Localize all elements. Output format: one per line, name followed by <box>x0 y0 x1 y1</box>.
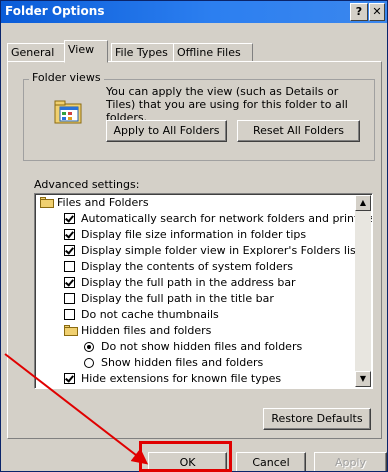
folder-options-dialog: Folder Options ? ✕ General View File Typ… <box>0 0 388 472</box>
checkbox[interactable] <box>64 261 75 272</box>
checkbox[interactable] <box>64 229 75 240</box>
cancel-button[interactable]: Cancel <box>236 452 306 471</box>
setting-label: Display the contents of system folders <box>81 260 293 273</box>
reset-all-folders-button[interactable]: Reset All Folders <box>237 120 360 142</box>
apply-button[interactable]: Apply <box>314 452 387 471</box>
folder-icon <box>64 325 78 336</box>
help-button[interactable]: ? <box>350 3 368 21</box>
close-button[interactable]: ✕ <box>369 3 385 21</box>
folder-views-legend: Folder views <box>29 71 104 84</box>
setting-label: Display the full path in the title bar <box>81 292 274 305</box>
checkbox[interactable] <box>64 245 75 256</box>
tree-item-label: Hidden files and folders <box>81 324 212 337</box>
setting-label: Automatically search for network folders… <box>81 212 373 225</box>
setting-label: Display simple folder view in Explorer's… <box>81 244 361 257</box>
scroll-up-button[interactable]: ▲ <box>355 195 371 211</box>
setting-label: Do not show hidden files and folders <box>101 340 303 353</box>
advanced-settings-list[interactable]: Files and Folders Automatically search f… <box>34 193 373 389</box>
checkbox[interactable] <box>64 213 75 224</box>
folder-icon <box>40 197 54 208</box>
radio-button[interactable] <box>84 342 94 352</box>
checkbox[interactable] <box>64 309 75 320</box>
restore-defaults-button[interactable]: Restore Defaults <box>263 408 371 430</box>
apply-to-all-folders-button[interactable]: Apply to All Folders <box>106 120 227 142</box>
folder-views-description: You can apply the view (such as Details … <box>106 85 348 124</box>
ok-highlight-box <box>139 441 232 472</box>
checkbox[interactable] <box>64 277 75 288</box>
setting-label: Display file size information in folder … <box>81 228 307 241</box>
setting-label: Do not cache thumbnails <box>81 308 219 321</box>
setting-label: Show hidden files and folders <box>101 356 264 369</box>
setting-label: Hide extensions for known file types <box>81 372 282 385</box>
vertical-scrollbar[interactable]: ▲ ▼ <box>355 195 371 387</box>
tab-general[interactable]: General <box>7 43 65 61</box>
window-title: Folder Options <box>5 4 105 18</box>
title-bar[interactable]: Folder Options ? ✕ <box>1 1 387 23</box>
advanced-settings-label: Advanced settings: <box>34 178 140 191</box>
tree-item-label: Files and Folders <box>57 196 149 209</box>
radio-button[interactable] <box>84 358 94 368</box>
tab-view[interactable]: View <box>64 40 108 63</box>
checkbox[interactable] <box>64 373 75 384</box>
folder-views-icon <box>54 100 82 124</box>
tab-offline-files[interactable]: Offline Files <box>173 43 253 61</box>
scroll-down-button[interactable]: ▼ <box>355 371 371 387</box>
checkbox[interactable] <box>64 293 75 304</box>
tab-strip: General View File Types Offline Files <box>7 40 387 63</box>
tab-file-types[interactable]: File Types <box>111 43 177 61</box>
setting-label: Display the full path in the address bar <box>81 276 296 289</box>
